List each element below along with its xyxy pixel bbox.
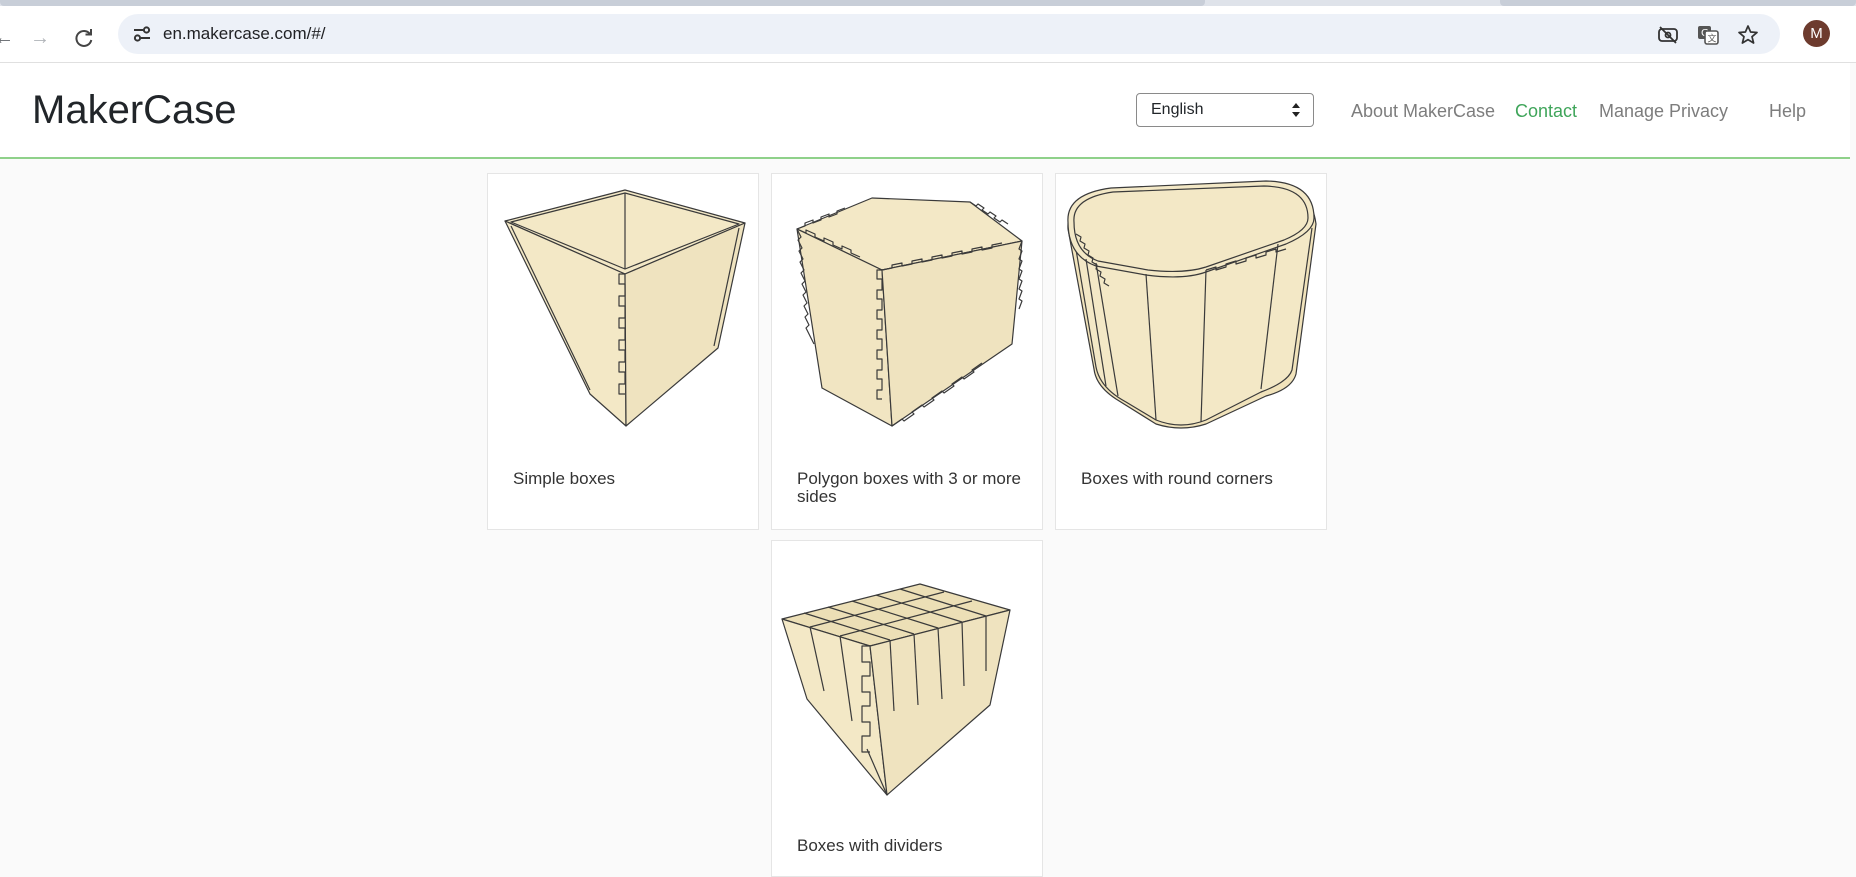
card-simple-boxes[interactable]: Simple boxes — [487, 173, 759, 530]
url-text[interactable]: en.makercase.com/#/ — [163, 24, 326, 44]
round-corner-box-image — [1056, 174, 1326, 444]
card-label: Boxes with round corners — [1081, 469, 1273, 488]
card-divider-boxes[interactable]: Boxes with dividers — [771, 540, 1043, 877]
simple-box-image — [488, 174, 758, 444]
reload-icon[interactable] — [72, 26, 96, 50]
svg-text:文: 文 — [1708, 33, 1717, 45]
card-label: Simple boxes — [513, 469, 616, 488]
polygon-box-image — [772, 174, 1042, 444]
address-bar[interactable]: en.makercase.com/#/ G 文 — [118, 14, 1780, 54]
select-arrows-icon — [1292, 103, 1300, 117]
site-header: MakerCase English About MakerCase Contac… — [0, 63, 1850, 159]
language-value: English — [1151, 101, 1204, 118]
site-settings-icon[interactable] — [132, 24, 152, 44]
nav-about[interactable]: About MakerCase — [1351, 100, 1495, 122]
nav-manage-privacy[interactable]: Manage Privacy — [1599, 100, 1728, 122]
nav-help[interactable]: Help — [1769, 100, 1806, 122]
brand-logo[interactable]: MakerCase — [32, 87, 237, 133]
card-label: Boxes with dividers — [797, 836, 943, 855]
profile-avatar[interactable]: M — [1803, 20, 1830, 47]
card-polygon-boxes[interactable]: Polygon boxes with 3 or more sides — [771, 173, 1043, 530]
back-icon[interactable]: ← — [0, 26, 16, 50]
forward-icon[interactable]: → — [28, 26, 52, 50]
eye-off-icon[interactable] — [1656, 23, 1680, 47]
nav-contact[interactable]: Contact — [1515, 100, 1577, 122]
browser-toolbar: ← → en.makercase.com/#/ G 文 M — [0, 6, 1856, 63]
translate-icon[interactable]: G 文 — [1696, 23, 1720, 47]
card-label: Polygon boxes with 3 or more sides — [797, 469, 1021, 506]
language-select[interactable]: English — [1136, 93, 1314, 127]
divider-box-image — [772, 541, 1042, 811]
bookmark-star-icon[interactable] — [1736, 23, 1760, 47]
card-round-corner-boxes[interactable]: Boxes with round corners — [1055, 173, 1327, 530]
